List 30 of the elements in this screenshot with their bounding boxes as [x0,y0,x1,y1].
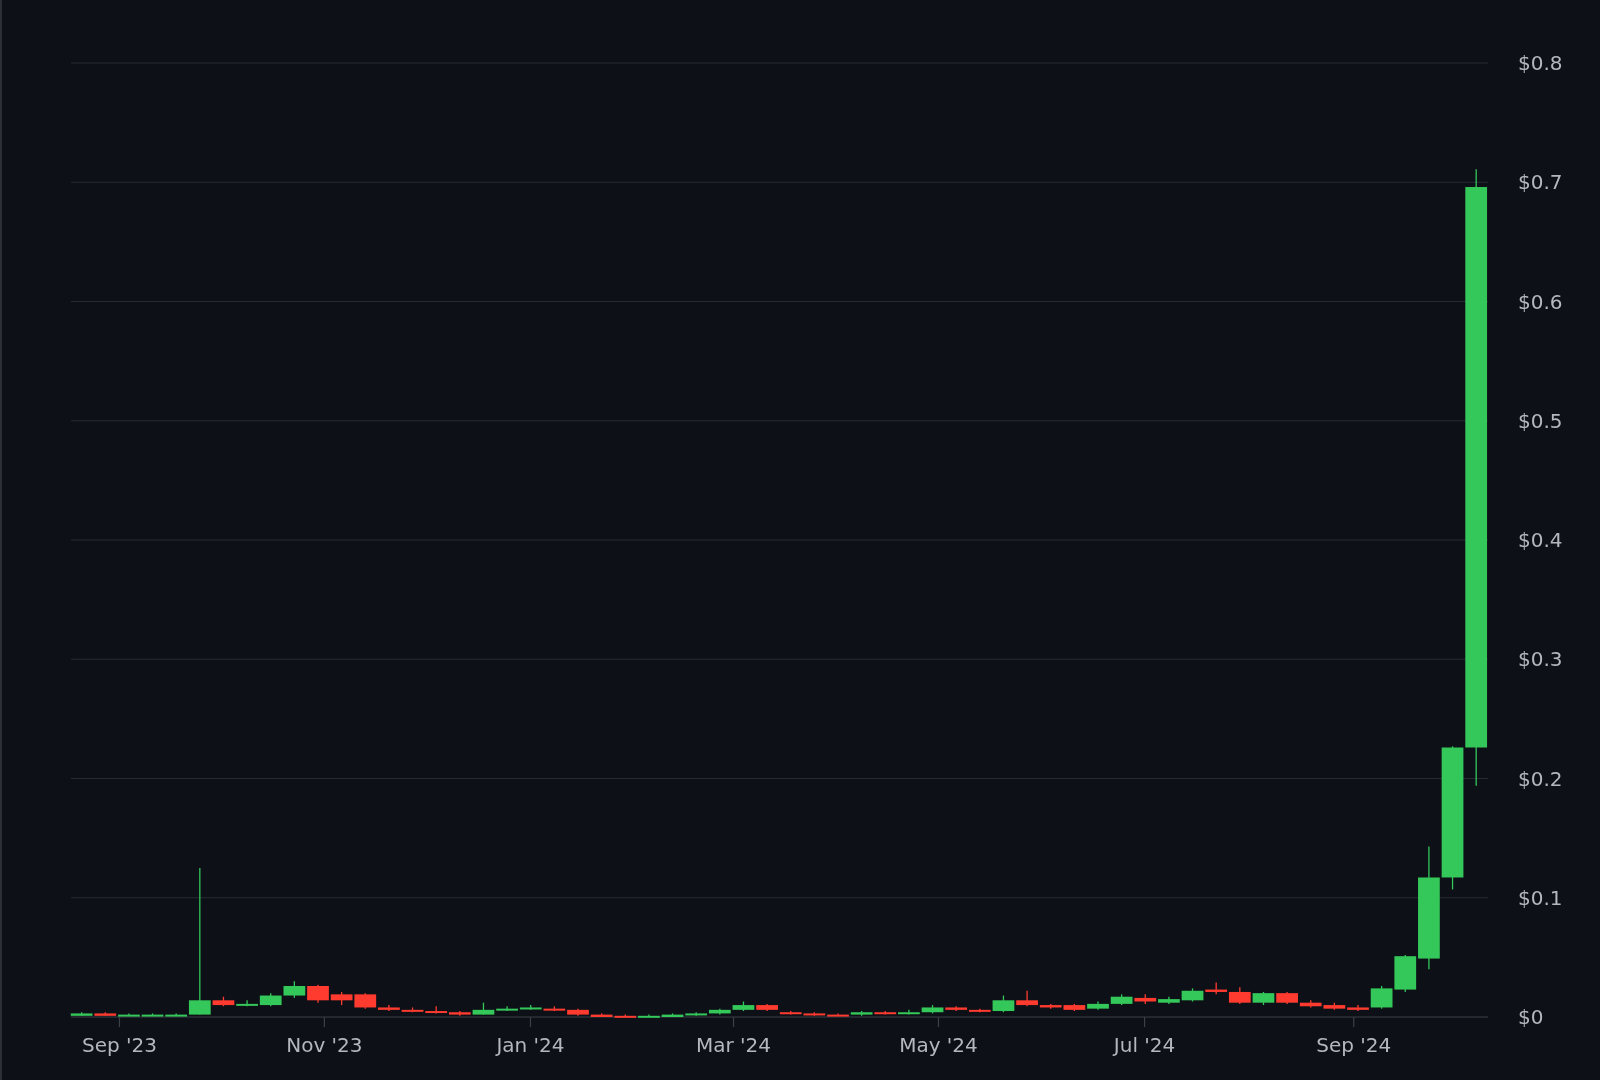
axis-tick-label: $0.7 [1518,170,1563,195]
candlestick [1134,993,1157,1005]
candlestick [1299,999,1322,1009]
axis-tick-label: Sep '24 [1316,1033,1392,1057]
axis-tick-label: Mar '24 [696,1033,772,1057]
candlestick [1110,993,1133,1006]
axis-tick-label: $0.6 [1518,289,1563,314]
candlestick [1252,991,1275,1006]
axis-tick-label: $0 [1518,1005,1544,1029]
axis-tick-label: $0.3 [1518,647,1563,672]
candlestick [1276,991,1298,1005]
candlestick [307,984,329,1004]
axis-tick-label: Nov '23 [286,1033,363,1057]
candlestick [1205,981,1228,995]
candlestick [425,1005,448,1015]
axis-tick-label: $0.1 [1518,885,1563,910]
axis-tick-label: Jan '24 [496,1033,565,1057]
candlestick [283,980,306,999]
axis-tick-label: May '24 [899,1033,978,1057]
axis-tick-label: $0.8 [1518,51,1563,75]
axis-tick-label: $0.4 [1518,528,1563,552]
axis-tick-label: Sep '23 [81,1033,157,1057]
axis-tick-label: Jul '24 [1113,1033,1176,1057]
candlestick [1087,1000,1109,1011]
axis-tick-label: $0.2 [1518,766,1563,791]
candlestick [1323,1002,1346,1011]
candlestick [330,991,353,1006]
candlestick [1228,986,1251,1005]
candlestick [1063,1003,1086,1012]
axis-tick-label: $0.5 [1518,408,1563,433]
